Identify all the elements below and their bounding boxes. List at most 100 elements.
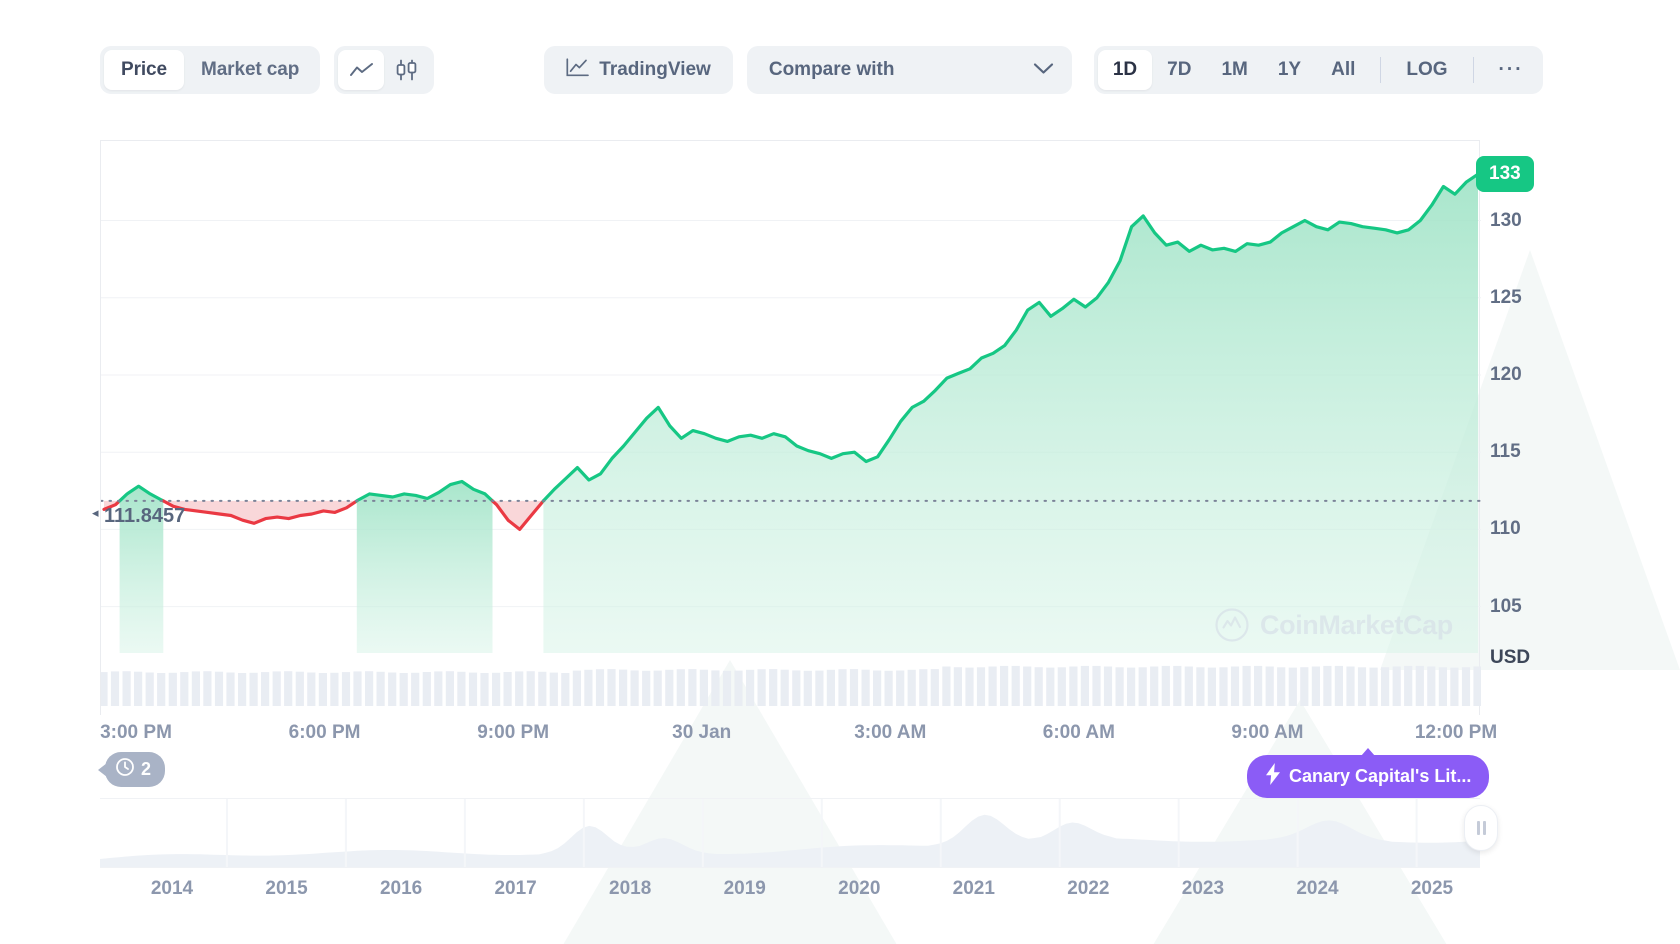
volume-bar <box>434 671 443 706</box>
volume-bar <box>1300 667 1309 706</box>
x-axis-tick: 30 Jan <box>672 722 732 743</box>
x-axis-tick: 6:00 AM <box>1042 722 1115 743</box>
volume-bar <box>157 673 166 706</box>
x-axis-tick: 9:00 PM <box>477 722 550 743</box>
candlestick-chart-icon[interactable] <box>384 50 430 90</box>
series-area <box>356 481 493 653</box>
volume-bar <box>1184 666 1193 706</box>
volume-bar <box>122 671 131 706</box>
volume-bar <box>965 667 974 706</box>
price-chart[interactable] <box>100 140 1481 715</box>
volume-bar <box>1057 667 1066 706</box>
volume-bar <box>884 670 893 706</box>
volume-bar <box>1127 667 1136 706</box>
volume-bar <box>792 670 801 706</box>
range-1m[interactable]: 1M <box>1206 50 1262 90</box>
chart-svg <box>101 172 1481 706</box>
chart-navigator[interactable] <box>100 798 1498 868</box>
log-scale-button[interactable]: LOG <box>1391 50 1462 90</box>
volume-bar <box>1427 666 1436 706</box>
chart-plot-area <box>100 140 1481 715</box>
volume-bar <box>1080 665 1089 706</box>
reference-price-label: 111.8457 <box>104 505 186 527</box>
volume-bar <box>1369 667 1378 706</box>
chart-event-count-badge[interactable]: 2 <box>97 752 166 787</box>
volume-bar <box>1311 666 1320 706</box>
navigator-year-label: 2023 <box>1181 878 1225 899</box>
time-range-group: 1D 7D 1M 1Y All LOG ··· <box>1093 46 1543 94</box>
volume-bar <box>1034 667 1043 706</box>
event-count-label: 2 <box>141 759 152 779</box>
range-1y[interactable]: 1Y <box>1263 50 1316 90</box>
volume-bar <box>757 669 766 706</box>
volume-bar <box>873 670 882 706</box>
line-chart-icon[interactable] <box>338 50 385 90</box>
volume-bar <box>1092 665 1101 706</box>
y-axis-tick: 120 <box>1490 363 1522 385</box>
volume-bar <box>953 667 962 706</box>
volume-bar <box>826 669 835 706</box>
volume-bar <box>803 670 812 706</box>
volume-bar <box>653 670 662 706</box>
volume-bar <box>249 672 258 706</box>
reference-price-caret: ◂ <box>92 505 99 520</box>
volume-bar <box>110 671 120 706</box>
handle-bar-2 <box>1482 821 1486 835</box>
y-axis-tick: 110 <box>1490 518 1521 540</box>
volume-bar <box>1219 667 1228 706</box>
tradingview-button[interactable]: TradingView <box>544 46 733 94</box>
compare-with-dropdown[interactable]: Compare with <box>746 46 1072 94</box>
volume-bar <box>642 670 651 706</box>
volume-bar <box>549 672 558 706</box>
volume-bar <box>526 671 535 706</box>
range-all[interactable]: All <box>1316 50 1370 90</box>
compare-with-label: Compare with <box>768 59 895 80</box>
volume-bar <box>480 673 489 706</box>
range-7d[interactable]: 7D <box>1152 50 1206 90</box>
volume-bar <box>1173 665 1182 706</box>
news-event-badge[interactable]: Canary Capital's Lit... <box>1247 748 1490 798</box>
volume-bar <box>203 671 212 706</box>
tab-price[interactable]: Price <box>104 50 184 90</box>
price-chart-page: Price Market cap TradingView Compare wit… <box>0 0 1680 944</box>
volume-bar <box>930 669 939 706</box>
volume-bar <box>1150 666 1159 706</box>
navigator-year-axis: 2014 2015 2016 2017 2018 2019 2020 2021 2022 2023… <box>100 878 1480 908</box>
volume-bar <box>1046 667 1055 706</box>
volume-bar <box>630 670 639 706</box>
volume-bar <box>734 670 743 706</box>
volume-bar <box>284 671 293 706</box>
volume-bar <box>341 672 351 706</box>
volume-bar <box>503 672 512 706</box>
volume-bar <box>1161 665 1170 706</box>
volume-bar <box>1103 666 1113 706</box>
volume-bar <box>1023 666 1032 706</box>
volume-bar <box>318 673 327 706</box>
y-axis-tick: 130 <box>1490 209 1522 231</box>
volume-bar <box>422 672 431 706</box>
volume-bar <box>1230 666 1240 706</box>
y-axis-currency: USD <box>1490 647 1531 668</box>
volume-bar <box>1461 667 1471 706</box>
volume-bar <box>1357 667 1367 706</box>
more-options-button[interactable]: ··· <box>1484 50 1539 90</box>
volume-bar <box>688 669 697 706</box>
navigator-right-handle[interactable] <box>1464 805 1498 851</box>
volume-bar <box>1138 667 1147 706</box>
volume-bar <box>861 669 870 706</box>
navigator-year-label: 2017 <box>494 878 537 899</box>
volume-bar <box>988 666 997 706</box>
range-1d[interactable]: 1D <box>1097 50 1153 90</box>
volume-bar <box>411 672 420 706</box>
navigator-year-label: 2020 <box>838 878 881 899</box>
volume-bar <box>1265 666 1274 706</box>
volume-bar <box>307 672 316 706</box>
volume-bar <box>134 671 143 706</box>
volume-bar <box>1115 667 1124 706</box>
navigator-year-label: 2016 <box>379 878 423 899</box>
volume-bar <box>919 669 928 706</box>
tab-market-cap[interactable]: Market cap <box>184 50 316 90</box>
volume-bar <box>261 672 270 706</box>
tradingview-icon <box>566 57 590 83</box>
x-axis-tick: 3:00 AM <box>854 722 927 743</box>
